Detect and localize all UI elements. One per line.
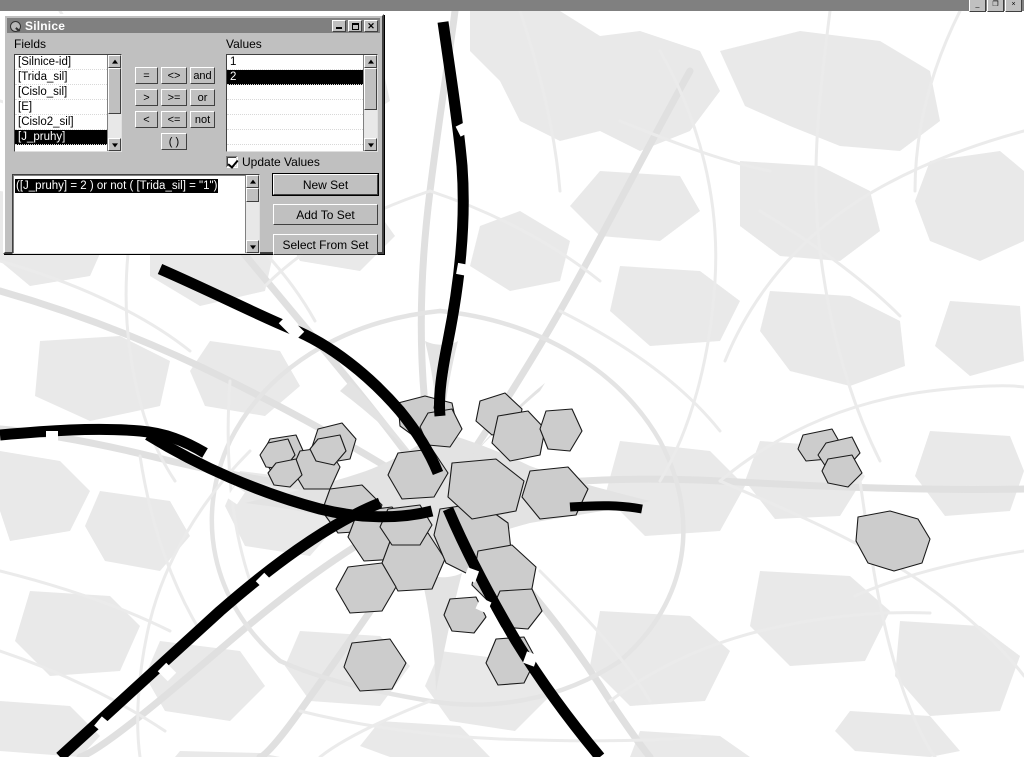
query-builder-dialog[interactable]: Silnice ✕ Fields Values [Silnice-id] [Tri… bbox=[3, 14, 384, 255]
fields-label: Fields bbox=[14, 37, 47, 51]
close-icon[interactable]: ✕ bbox=[364, 19, 378, 32]
field-item[interactable]: [Cislo_sil] bbox=[15, 85, 107, 100]
values-scrollbar[interactable] bbox=[363, 55, 377, 151]
value-item[interactable]: 1 bbox=[227, 55, 363, 70]
expression-text-area[interactable]: ([J_pruhy] = 2 ) or not ( [Trida_sil] = … bbox=[13, 175, 245, 253]
new-set-button[interactable]: New Set bbox=[272, 173, 379, 196]
dialog-window-buttons[interactable]: ✕ bbox=[332, 19, 378, 32]
update-values-checkbox[interactable] bbox=[226, 156, 238, 168]
operator-keypad[interactable]: = <> and > >= or < <= not ( ) bbox=[135, 67, 215, 157]
expression-scroll-track[interactable] bbox=[246, 188, 259, 240]
operator-button-greater-than[interactable]: > bbox=[135, 89, 158, 106]
value-item[interactable] bbox=[227, 100, 363, 115]
operator-button-less-than[interactable]: < bbox=[135, 111, 158, 128]
minimize-button[interactable] bbox=[332, 19, 346, 32]
values-scroll-up-icon[interactable] bbox=[364, 55, 377, 68]
fields-scroll-track[interactable] bbox=[108, 68, 121, 138]
dialog-titlebar[interactable]: Silnice ✕ bbox=[7, 18, 380, 33]
values-list-items[interactable]: 12 bbox=[227, 55, 363, 151]
mdi-minimize-button[interactable]: _ bbox=[969, 0, 986, 12]
maximize-button[interactable] bbox=[348, 19, 362, 32]
operator-button-less-or-equal[interactable]: <= bbox=[161, 111, 187, 128]
mdi-title-strip: _ ❐ × bbox=[0, 0, 1024, 12]
expression-scroll-up-icon[interactable] bbox=[246, 175, 259, 188]
values-label: Values bbox=[226, 37, 262, 51]
fields-scroll-up-icon[interactable] bbox=[108, 55, 121, 68]
operator-button-parentheses[interactable]: ( ) bbox=[161, 133, 187, 150]
field-item[interactable]: [J_pruhy] bbox=[15, 130, 107, 145]
magnifier-icon bbox=[9, 20, 21, 32]
field-item[interactable]: [Cislo2_sil] bbox=[15, 115, 107, 130]
mdi-close-button[interactable]: × bbox=[1005, 0, 1022, 12]
expression-scrollbar[interactable] bbox=[245, 175, 259, 253]
update-values-row[interactable]: Update Values bbox=[226, 155, 320, 169]
operator-button-not-equals[interactable]: <> bbox=[161, 67, 187, 84]
value-item[interactable]: 2 bbox=[227, 70, 363, 85]
value-item[interactable] bbox=[227, 115, 363, 130]
operator-button-and[interactable]: and bbox=[190, 67, 215, 84]
fields-scroll-thumb[interactable] bbox=[108, 68, 121, 114]
operator-button-equals[interactable]: = bbox=[135, 67, 158, 84]
mdi-restore-button[interactable]: ❐ bbox=[987, 0, 1004, 12]
mdi-window-buttons[interactable]: _ ❐ × bbox=[969, 0, 1022, 12]
fields-listbox[interactable]: [Silnice-id] [Trida_sil] [Cislo_sil] [E] [Ci… bbox=[14, 54, 122, 152]
operator-button-or[interactable]: or bbox=[190, 89, 215, 106]
values-scroll-track[interactable] bbox=[364, 68, 377, 138]
values-scroll-thumb[interactable] bbox=[364, 68, 377, 110]
value-item[interactable] bbox=[227, 130, 363, 145]
select-from-set-button[interactable]: Select From Set bbox=[273, 234, 378, 255]
operator-button-not[interactable]: not bbox=[190, 111, 215, 128]
field-item[interactable]: [Silnice-id] bbox=[15, 55, 107, 70]
fields-list-items[interactable]: [Silnice-id] [Trida_sil] [Cislo_sil] [E] [Ci… bbox=[15, 55, 107, 151]
expression-scroll-down-icon[interactable] bbox=[246, 240, 259, 253]
expression-textarea[interactable]: ([J_pruhy] = 2 ) or not ( [Trida_sil] = … bbox=[12, 174, 260, 254]
field-item[interactable]: [Trida_sil] bbox=[15, 70, 107, 85]
values-listbox[interactable]: 12 bbox=[226, 54, 378, 152]
fields-scrollbar[interactable] bbox=[107, 55, 121, 151]
expression-scroll-thumb[interactable] bbox=[246, 188, 259, 202]
dialog-title: Silnice bbox=[25, 18, 66, 33]
expression-text: ([J_pruhy] = 2 ) or not ( [Trida_sil] = … bbox=[15, 179, 219, 193]
value-item[interactable] bbox=[227, 85, 363, 100]
fields-scroll-down-icon[interactable] bbox=[108, 138, 121, 151]
field-item[interactable]: [E] bbox=[15, 100, 107, 115]
add-to-set-button[interactable]: Add To Set bbox=[273, 204, 378, 225]
values-scroll-down-icon[interactable] bbox=[364, 138, 377, 151]
operator-button-greater-or-equal[interactable]: >= bbox=[161, 89, 187, 106]
field-item[interactable] bbox=[15, 145, 107, 151]
update-values-label: Update Values bbox=[242, 155, 320, 169]
